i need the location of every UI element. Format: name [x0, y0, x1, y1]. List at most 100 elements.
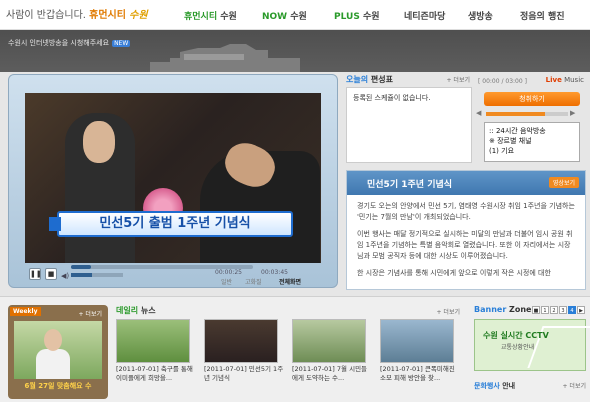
news-thumbnail[interactable]	[204, 319, 278, 363]
schedule-more-link[interactable]: + 더보기	[447, 75, 471, 84]
pager-page-1[interactable]: 1	[541, 306, 549, 314]
news-item-text[interactable]: [2011-07-01] 축구를 통해 이미플에게 희망을...	[116, 365, 196, 383]
nav-item-plus[interactable]: PLUS 수원	[334, 9, 380, 22]
nav-item-netizen[interactable]: 네티즌마당	[404, 9, 445, 22]
pager-page-3[interactable]: 3	[559, 306, 567, 314]
schedule-panel: 오늘의 편성표 + 더보기 등록된 스케쥴이 없습니다.	[346, 74, 472, 164]
nav-item-live[interactable]: 생방송	[468, 9, 493, 22]
nav-item-label-rest: 수원	[287, 12, 307, 22]
schedule-box: 등록된 스케쥴이 없습니다.	[346, 87, 472, 163]
article-paragraph: 이번 행사는 매달 정기적으로 실시하는 미달의 만남과 더불어 임시 공원 취…	[357, 230, 573, 260]
news-item[interactable]: [2011-07-01] 축구를 통해 이미플에게 희망을...	[116, 319, 196, 399]
music-volume-max-icon[interactable]: ▶	[570, 109, 575, 117]
live-music-label-accent: Live	[545, 76, 562, 84]
music-channel-item[interactable]: (1) 기요	[489, 146, 575, 156]
volume-icon[interactable]: ◀)	[61, 272, 69, 280]
listen-button[interactable]: 청취하기	[484, 92, 580, 106]
nav-item-humancity[interactable]: 휴먼시티 수원	[184, 9, 237, 22]
news-thumbnail[interactable]	[116, 319, 190, 363]
nav-item-label: 생방송	[468, 12, 493, 22]
weekly-tag: Weekly	[10, 307, 41, 316]
music-volume-slider[interactable]	[486, 112, 568, 116]
news-item-text[interactable]: [2011-07-01] 7월 시민들에게 도약하는 수...	[292, 365, 372, 383]
weekly-caption[interactable]: 6월 27일 맞춤해요 수	[12, 381, 104, 393]
article-title: 민선5기 1주년 기념식	[367, 180, 453, 190]
video-progress-fill	[71, 265, 92, 269]
news-item-text[interactable]: [2011-07-01] 큰폭미해진 소모 피해 방안을 찾...	[380, 365, 460, 383]
daily-news-panel: 데일리 뉴스 + 더보기 [2011-07-01] 축구를 통해 이미플에게 희…	[116, 305, 466, 399]
daily-news-more-link[interactable]: + 더보기	[437, 307, 461, 316]
site-logo[interactable]: 사람이 반갑습니다. 휴먼시티 수원	[6, 6, 148, 21]
music-clock: [ 00:00 / 03:00 ]	[478, 78, 527, 85]
news-item[interactable]: [2011-07-01] 7월 시민들에게 도약하는 수...	[292, 319, 372, 399]
video-controls: ❚❚ ■ 00:00:25 00:03:45 ◀) 일반 고화질 전체화면	[25, 265, 321, 286]
news-item[interactable]: [2011-07-01] 민선5기 1주년 기념식	[204, 319, 284, 399]
daily-news-title-accent: 데일리	[116, 306, 139, 315]
notice-label: 수원시 인터넷방송을 시청해주세요	[8, 39, 110, 47]
header-banner: 수원시 인터넷방송을 시청해주세요 NEW	[0, 30, 590, 72]
article-paragraph: 한 시장은 기념사를 통해 시민에게 앞으로 이렇게 작은 시정에 대한	[357, 269, 551, 277]
music-volume-fill	[486, 112, 546, 116]
cctv-banner[interactable]: 수원 실시간 CCTV 교통상황안내	[474, 319, 590, 371]
music-channel-item[interactable]: :: 24시간 음악방송	[489, 126, 575, 136]
notice-text: 수원시 인터넷방송을 시청해주세요 NEW	[8, 38, 131, 48]
nav-item-label-green: 휴먼시티	[184, 12, 218, 22]
music-volume-icon[interactable]: ◀	[476, 109, 481, 117]
nav-item-label: 네티즌마당	[404, 12, 446, 22]
logo-brand-suwon: 수원	[129, 10, 148, 21]
nav-item-now[interactable]: NOW 수원	[262, 9, 307, 22]
pager-page-2[interactable]: 2	[550, 306, 558, 314]
bottom-strip: Weekly + 더보기 6월 27일 맞춤해요 수 데일리 뉴스 + 더보기 …	[0, 296, 590, 402]
video-caption: 민선5기 출범 1주년 기념식	[49, 211, 293, 237]
news-item-text[interactable]: [2011-07-01] 민선5기 1주년 기념식	[204, 365, 284, 383]
weekly-more-link[interactable]: + 더보기	[79, 309, 103, 318]
nav-item-label-green: NOW	[262, 12, 288, 22]
culture-title-accent: 문화행사	[474, 382, 500, 390]
pager-page-4[interactable]: 4	[568, 306, 576, 314]
mode-hd[interactable]: 고화질	[245, 277, 262, 286]
time-current: 00:00:25	[215, 269, 242, 276]
banner-pager: ■ 1 2 3 4 ▶	[532, 305, 586, 315]
top-nav-bar: 사람이 반갑습니다. 휴먼시티 수원 휴먼시티 수원 NOW 수원 PLUS 수…	[0, 0, 590, 30]
music-channel-list[interactable]: :: 24시간 음악방송 ※ 장르별 채널 (1) 기요	[484, 122, 580, 162]
music-channel-item[interactable]: ※ 장르별 채널	[489, 136, 575, 146]
fortress-wall-illustration	[150, 44, 300, 72]
banner-zone-title-accent: Banner	[474, 305, 507, 314]
schedule-title-accent: 오늘의	[346, 75, 369, 84]
nav-item-label: 정음의 행진	[520, 12, 565, 22]
cctv-subtitle: 교통상황안내	[501, 344, 535, 351]
culture-title-rest: 안내	[499, 382, 516, 390]
daily-news-title-rest: 뉴스	[138, 306, 156, 315]
news-thumbnail[interactable]	[292, 319, 366, 363]
mode-fullscreen[interactable]: 전체화면	[279, 277, 301, 286]
nav-item-label-rest: 수원	[359, 12, 380, 22]
news-item[interactable]: [2011-07-01] 큰폭미해진 소모 피해 방안을 찾...	[380, 319, 460, 399]
video-player: 민선5기 출범 1주년 기념식 ❚❚ ■ 00:00:25 00:03:45 ◀…	[8, 74, 338, 288]
video-face-left	[83, 121, 115, 163]
pause-icon[interactable]: ❚❚	[29, 268, 42, 280]
article-video-button[interactable]: 영상보기	[548, 177, 579, 188]
live-music-label-rest: Music	[561, 76, 584, 84]
pager-stop-button[interactable]: ■	[532, 306, 540, 314]
logo-greeting: 사람이 반갑습니다.	[6, 10, 86, 21]
banner-zone-title-rest: Zone	[506, 305, 532, 314]
logo-brand: 휴먼시티	[89, 10, 126, 21]
culture-more-link[interactable]: + 더보기	[563, 381, 587, 390]
pager-next-button[interactable]: ▶	[577, 306, 585, 314]
nav-item-label-green: PLUS	[334, 12, 360, 22]
mode-normal[interactable]: 일반	[221, 277, 232, 286]
live-music-label: Live Music	[546, 76, 584, 84]
volume-slider[interactable]	[71, 273, 123, 277]
news-thumbnail[interactable]	[380, 319, 454, 363]
video-screen[interactable]: 민선5기 출범 1주년 기념식	[25, 93, 321, 263]
new-badge: NEW	[112, 40, 131, 47]
nav-item-march[interactable]: 정음의 행진	[520, 9, 565, 22]
volume-fill	[71, 273, 92, 277]
stop-icon[interactable]: ■	[45, 268, 57, 280]
article-header: 민선5기 1주년 기념식 영상보기	[347, 171, 585, 195]
weekly-anchor-body	[36, 349, 70, 379]
weekly-panel[interactable]: Weekly + 더보기 6월 27일 맞춤해요 수	[8, 305, 108, 399]
schedule-title-rest: 편성표	[368, 75, 393, 84]
schedule-empty-text: 등록된 스케쥴이 없습니다.	[353, 94, 431, 102]
daily-news-title: 데일리 뉴스	[116, 305, 466, 316]
